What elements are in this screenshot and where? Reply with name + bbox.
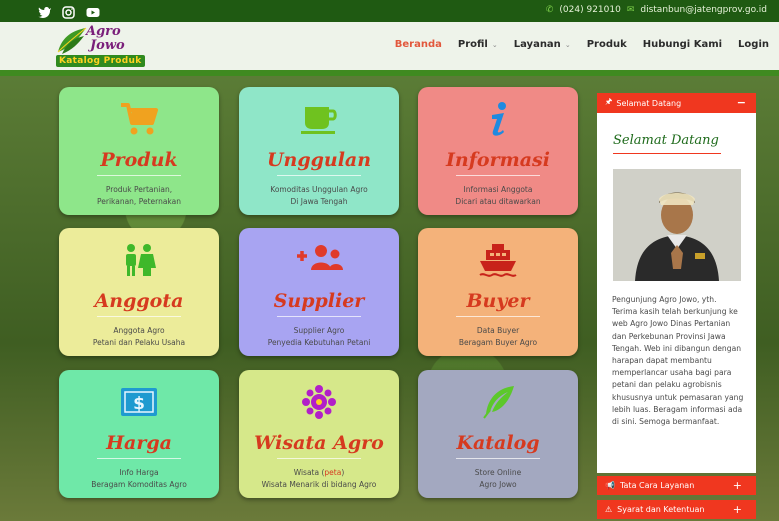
tile-desc-line1: Data Buyer — [476, 326, 520, 335]
tata-cara-layanan-accordion[interactable]: 📢 Tata Cara Layanan + — [597, 476, 756, 495]
tile-title: Buyer — [466, 290, 530, 312]
svg-text:$: $ — [133, 394, 145, 414]
tile-desc-line2: Petani dan Pelaku Usaha — [92, 338, 186, 347]
tile-anggota[interactable]: Anggota Anggota Agro Petani dan Pelaku U… — [59, 228, 219, 356]
nav-profil[interactable]: Profil ⌄ — [458, 39, 498, 50]
welcome-text: Pengunjung Agro Jowo, yth. Terima kasih … — [612, 295, 744, 427]
tile-title: Anggota — [94, 290, 184, 312]
mail-icon: ✉ — [626, 5, 635, 15]
twitter-icon[interactable] — [38, 4, 52, 19]
email-address[interactable]: distanbun@jatengprov.go.id — [640, 5, 767, 15]
tile-desc-line1: Anggota Agro — [113, 326, 165, 335]
welcome-title: Selamat Datang — [613, 133, 719, 148]
flower-icon — [302, 385, 336, 419]
tile-wisata-agro[interactable]: Wisata Agro Wisata (peta) Wisata Menarik… — [239, 370, 399, 498]
tile-harga[interactable]: $ Harga Info Harga Beragam Komoditas Agr… — [59, 370, 219, 498]
tile-divider — [277, 458, 361, 459]
official-photo — [613, 169, 741, 281]
welcome-panel-header[interactable]: 🖈 Selamat Datang − — [597, 93, 756, 113]
nav-login[interactable]: Login — [738, 39, 769, 50]
syarat-dan-ketentuan-accordion[interactable]: ⚠ Syarat dan Ketentuan + — [597, 500, 756, 519]
tile-divider — [97, 316, 181, 317]
logo-badge: Katalog Produk — [56, 55, 145, 67]
tile-title: Informasi — [446, 149, 550, 171]
tile-katalog[interactable]: Katalog Store Online Agro Jowo — [418, 370, 578, 498]
tile-divider — [97, 175, 181, 176]
tile-divider — [97, 458, 181, 459]
shopping-cart-icon — [121, 103, 158, 135]
main-nav: Beranda Profil ⌄ Layanan ⌄ Produk Hubungi … — [395, 39, 769, 50]
tile-desc-line1: Supplier Agro — [293, 326, 345, 335]
tile-desc-line2: Di Jawa Tengah — [290, 197, 348, 206]
tile-supplier[interactable]: Supplier Supplier Agro Penyedia Kebutuha… — [239, 228, 399, 356]
add-group-icon — [297, 245, 343, 270]
leaf-logo-icon — [57, 27, 87, 54]
tile-informasi[interactable]: Informasi Informasi Anggota Dicari atau … — [418, 87, 578, 215]
social-links — [38, 4, 100, 19]
tile-desc-line2: Beragam Buyer Agro — [458, 338, 538, 347]
tile-title: Produk — [100, 149, 178, 171]
tile-desc-line2: Dicari atau ditawarkan — [455, 197, 541, 206]
collapse-icon[interactable]: − — [737, 96, 746, 109]
thumbtack-icon: 🖈 — [605, 97, 613, 106]
peta-link[interactable]: peta — [324, 468, 341, 477]
money-icon: $ — [121, 388, 157, 416]
tile-desc-line2: Beragam Komoditas Agro — [91, 480, 187, 489]
tile-produk[interactable]: Produk Produk Pertanian, Perikanan, Pete… — [59, 87, 219, 215]
ship-icon — [479, 244, 517, 277]
tile-desc-line2: Wisata Menarik di bidang Agro — [261, 480, 377, 489]
tile-desc-line2: Penyedia Kebutuhan Petani — [267, 338, 371, 347]
tile-desc-line2: Perikanan, Peternakan — [96, 197, 181, 206]
tile-divider — [456, 458, 540, 459]
nav-layanan[interactable]: Layanan ⌄ — [514, 39, 571, 50]
people-icon — [126, 244, 156, 276]
tile-title: Wisata Agro — [254, 432, 384, 454]
logo-text-agro: Agro — [86, 24, 121, 39]
tile-divider — [277, 175, 361, 176]
tile-buyer[interactable]: Buyer Data Buyer Beragam Buyer Agro — [418, 228, 578, 356]
nav-hubungi-kami[interactable]: Hubungi Kami — [643, 39, 722, 50]
phone-number: (024) 921010 — [559, 5, 621, 15]
feather-icon — [483, 386, 514, 419]
tile-desc-line1: Informasi Anggota — [463, 185, 533, 194]
tile-desc-line1: Wisata (peta) — [293, 468, 345, 477]
chevron-down-icon: ⌄ — [491, 40, 498, 49]
coffee-cup-icon — [301, 107, 337, 134]
nav-produk[interactable]: Produk — [587, 39, 627, 50]
tile-title: Unggulan — [266, 149, 372, 171]
tile-unggulan[interactable]: Unggulan Komoditas Unggulan Agro Di Jawa… — [239, 87, 399, 215]
chevron-down-icon: ⌄ — [564, 40, 571, 49]
site-logo[interactable]: Agro Jowo Katalog Produk — [56, 24, 166, 68]
site-header: Agro Jowo Katalog Produk Beranda Profil ⌄… — [0, 22, 779, 70]
youtube-icon[interactable] — [86, 4, 100, 17]
nav-beranda[interactable]: Beranda — [395, 39, 442, 50]
tile-desc-line2: Agro Jowo — [479, 480, 517, 489]
tile-divider — [456, 175, 540, 176]
tile-divider — [277, 316, 361, 317]
tile-desc-line1: Komoditas Unggulan Agro — [270, 185, 368, 194]
tile-title: Katalog — [456, 432, 540, 454]
welcome-panel: 🖈 Selamat Datang − Selamat Datang Pengun… — [597, 93, 756, 473]
expand-icon[interactable]: + — [733, 479, 742, 492]
expand-icon[interactable]: + — [733, 503, 742, 516]
contact-info: ✆ (024) 921010 ✉ distanbun@jatengprov.go… — [546, 5, 767, 15]
warning-icon: ⚠ — [605, 505, 613, 514]
tile-title: Harga — [106, 432, 172, 454]
tile-divider — [456, 316, 540, 317]
tile-desc-line1: Store Online — [474, 468, 522, 477]
megaphone-icon: 📢 — [605, 481, 615, 490]
tile-title: Supplier — [273, 290, 365, 312]
top-bar: ✆ (024) 921010 ✉ distanbun@jatengprov.go… — [0, 0, 779, 22]
phone-icon: ✆ — [545, 5, 554, 15]
welcome-divider — [613, 153, 721, 154]
info-icon — [492, 102, 506, 136]
tile-desc-line1: Produk Pertanian, — [105, 185, 173, 194]
instagram-icon[interactable] — [62, 4, 76, 19]
tile-desc-line1: Info Harga — [119, 468, 159, 477]
logo-text-jowo: Jowo — [90, 38, 125, 53]
